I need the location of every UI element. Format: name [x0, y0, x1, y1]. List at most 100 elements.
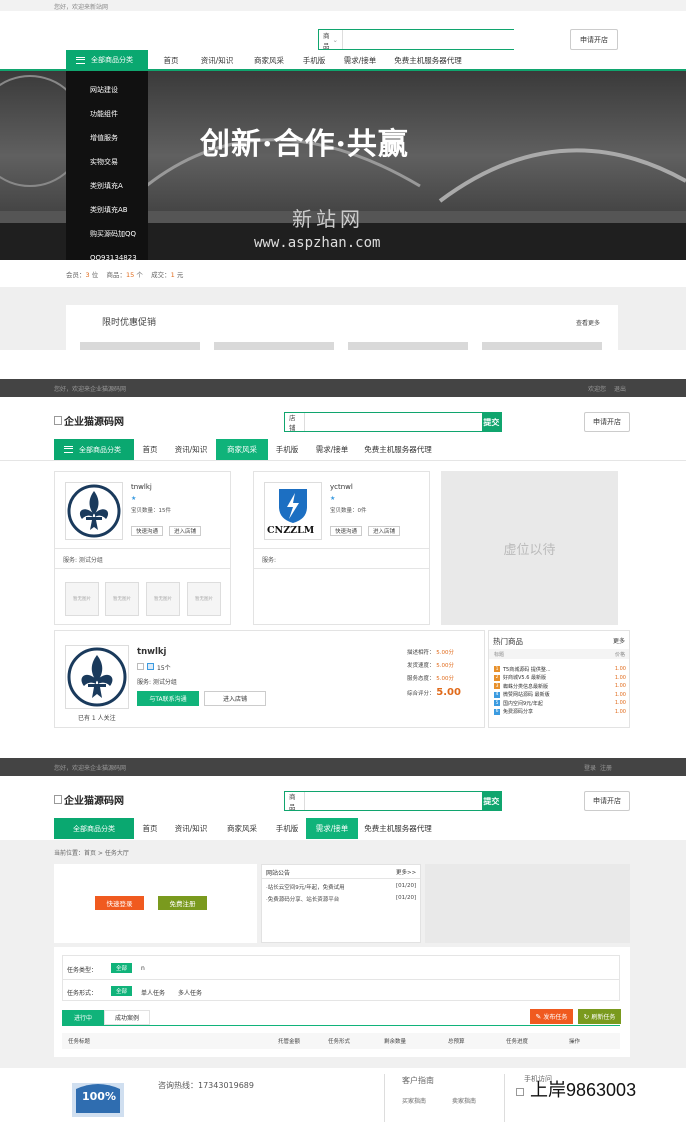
publish-task-button[interactable]: ✎ 发布任务: [530, 1009, 573, 1024]
filter-type-all[interactable]: 全部: [111, 963, 132, 973]
shop-name[interactable]: tnwlkj: [137, 647, 166, 657]
nav-home[interactable]: 首页: [134, 439, 166, 460]
list-item[interactable]: 1 T5商城源码 提供整... 1.00: [494, 665, 626, 674]
shop-avatar[interactable]: [65, 482, 123, 540]
nav-demand[interactable]: 需求/接单: [306, 818, 358, 839]
search-submit-button[interactable]: 提交: [481, 413, 501, 431]
register-link[interactable]: 注册: [600, 763, 612, 772]
list-item[interactable]: 6 免费源码分享 1.00: [494, 708, 626, 717]
nav-merchants[interactable]: 商家风采: [244, 50, 294, 70]
nav-home[interactable]: 首页: [134, 818, 166, 839]
refresh-task-button[interactable]: ↻ 刷新任务: [578, 1009, 621, 1024]
deals-amount: 1: [170, 271, 175, 279]
contact-button[interactable]: 与TA联系沟通: [137, 691, 199, 706]
seller-guide-link[interactable]: 卖家指南: [452, 1096, 476, 1105]
nav-news[interactable]: 资讯/知识: [166, 439, 216, 460]
site-logo[interactable]: 企业猫源码网: [54, 413, 124, 428]
rank-icon: ★: [131, 495, 137, 502]
nav-hosting[interactable]: 免费主机服务器代理: [358, 439, 438, 460]
search-input[interactable]: [342, 30, 520, 49]
search-type-select[interactable]: 商品 ⌄: [319, 30, 343, 50]
hot-goods-more[interactable]: 更多: [613, 636, 625, 645]
filter-form-option[interactable]: 单人任务: [141, 988, 165, 997]
tab-success-cases[interactable]: 成功案例: [104, 1010, 150, 1025]
list-item[interactable]: 4 微赞网站源码 最新版 1.00: [494, 691, 626, 700]
nav-merchants[interactable]: 商家风采: [216, 439, 268, 460]
notice-more[interactable]: 更多>>: [396, 868, 416, 876]
search-input-3[interactable]: [304, 792, 482, 810]
goods-count: 15: [125, 271, 135, 279]
product-thumb[interactable]: 暂无图片: [146, 582, 180, 616]
footer: 100% 咨询热线：17343019689 客户指南 买家指南 卖家指南 手机访…: [0, 1068, 686, 1122]
list-item[interactable]: 5 国内空间9元/年起 1.00: [494, 699, 626, 708]
notice-item[interactable]: ·站长云空间9元/年起，免费试用: [266, 883, 345, 891]
menu-item[interactable]: 类别填充AB: [90, 198, 137, 222]
menu-item[interactable]: 类别填充A: [90, 174, 137, 198]
quick-login-button[interactable]: 快速登录: [95, 896, 144, 910]
promo-more-link[interactable]: 查看更多: [576, 318, 600, 327]
free-register-button[interactable]: 免费注册: [158, 896, 207, 910]
enter-store-button[interactable]: 进入店铺: [169, 526, 201, 536]
apply-store-button-2[interactable]: 申请开店: [584, 412, 630, 432]
enter-store-button[interactable]: 进入店铺: [368, 526, 400, 536]
buyer-guide-link[interactable]: 买家指南: [402, 1096, 426, 1105]
login-link[interactable]: 登录: [584, 763, 596, 772]
product-thumb[interactable]: 暂无图片: [65, 582, 99, 616]
search-type-select-2[interactable]: 店铺: [285, 413, 305, 432]
site-logo-3[interactable]: 企业猫源码网: [54, 792, 124, 807]
nav-hosting[interactable]: 免费主机服务器代理: [386, 50, 470, 70]
apply-store-button-3[interactable]: 申请开店: [584, 791, 630, 811]
nav-news[interactable]: 资讯/知识: [166, 818, 216, 839]
list-item[interactable]: 2 好商城V5.6 最新版 1.00: [494, 674, 626, 683]
all-categories-button-2[interactable]: 全部商品分类: [54, 439, 134, 460]
filter-form-option[interactable]: 多人任务: [178, 988, 202, 997]
filter-form-all[interactable]: 全部: [111, 986, 132, 996]
nav-hosting[interactable]: 免费主机服务器代理: [358, 818, 438, 839]
menu-item[interactable]: 网站建设: [90, 78, 137, 102]
nav-demand[interactable]: 需求/接单: [306, 439, 358, 460]
nav-home[interactable]: 首页: [152, 50, 190, 70]
quick-chat-button[interactable]: 快速沟通: [330, 526, 362, 536]
nav-mobile[interactable]: 手机版: [268, 439, 306, 460]
nav-news[interactable]: 资讯/知识: [190, 50, 244, 70]
menu-item[interactable]: 购买源码加QQ: [90, 222, 137, 246]
shop-name[interactable]: tnwlkj: [131, 483, 152, 491]
shop-name[interactable]: yctnwl: [330, 483, 353, 491]
search-input-2[interactable]: [304, 413, 482, 431]
tab-in-progress[interactable]: 进行中: [62, 1010, 104, 1025]
enter-store-button[interactable]: 进入店铺: [204, 691, 266, 706]
product-thumb[interactable]: 暂无图片: [187, 582, 221, 616]
shop-avatar[interactable]: CNZZLM: [264, 482, 322, 540]
notice-item[interactable]: ·免费源码分享、站长资源平台: [266, 895, 339, 903]
nav-mobile[interactable]: 手机版: [268, 818, 306, 839]
all-categories-button-3[interactable]: 全部商品分类: [54, 818, 134, 839]
all-categories-button[interactable]: 全部商品分类: [66, 50, 148, 70]
quick-chat-button[interactable]: 快速沟通: [131, 526, 163, 536]
promo-item[interactable]: [214, 342, 334, 350]
shop-service: 服务:: [262, 557, 277, 564]
menu-item[interactable]: 功能组件: [90, 102, 137, 126]
nav-demand[interactable]: 需求/接单: [334, 50, 386, 70]
apply-store-button[interactable]: 申请开店: [570, 29, 618, 50]
list-item[interactable]: 3 蜘蛛分类信息最新版 1.00: [494, 682, 626, 691]
promo-item[interactable]: [348, 342, 468, 350]
shop-goods-count: 宝贝数量：0件: [330, 508, 367, 514]
item-title: 免费源码分享: [503, 709, 534, 716]
logout-link[interactable]: 退出: [614, 384, 626, 393]
product-thumb[interactable]: 暂无图片: [105, 582, 139, 616]
menu-item[interactable]: QQ93134823: [90, 253, 137, 263]
menu-item[interactable]: 增值服务: [90, 126, 137, 150]
nav-mobile[interactable]: 手机版: [294, 50, 334, 70]
menu-item[interactable]: 实物交易: [90, 150, 137, 174]
search-type-select-3[interactable]: 商品: [285, 792, 305, 811]
vacancy-placeholder[interactable]: 虚位以待: [441, 471, 618, 625]
promo-item[interactable]: [80, 342, 200, 350]
search-submit-button[interactable]: 提交: [481, 792, 501, 810]
promo-item[interactable]: [482, 342, 602, 350]
hot-goods-header: 标题 价格: [489, 649, 629, 659]
filter-type-option[interactable]: n: [141, 965, 145, 972]
rank-badge: 2: [494, 674, 500, 681]
tab-underline: [62, 1025, 620, 1026]
nav-merchants[interactable]: 商家风采: [216, 818, 268, 839]
shop-avatar[interactable]: [65, 645, 129, 709]
